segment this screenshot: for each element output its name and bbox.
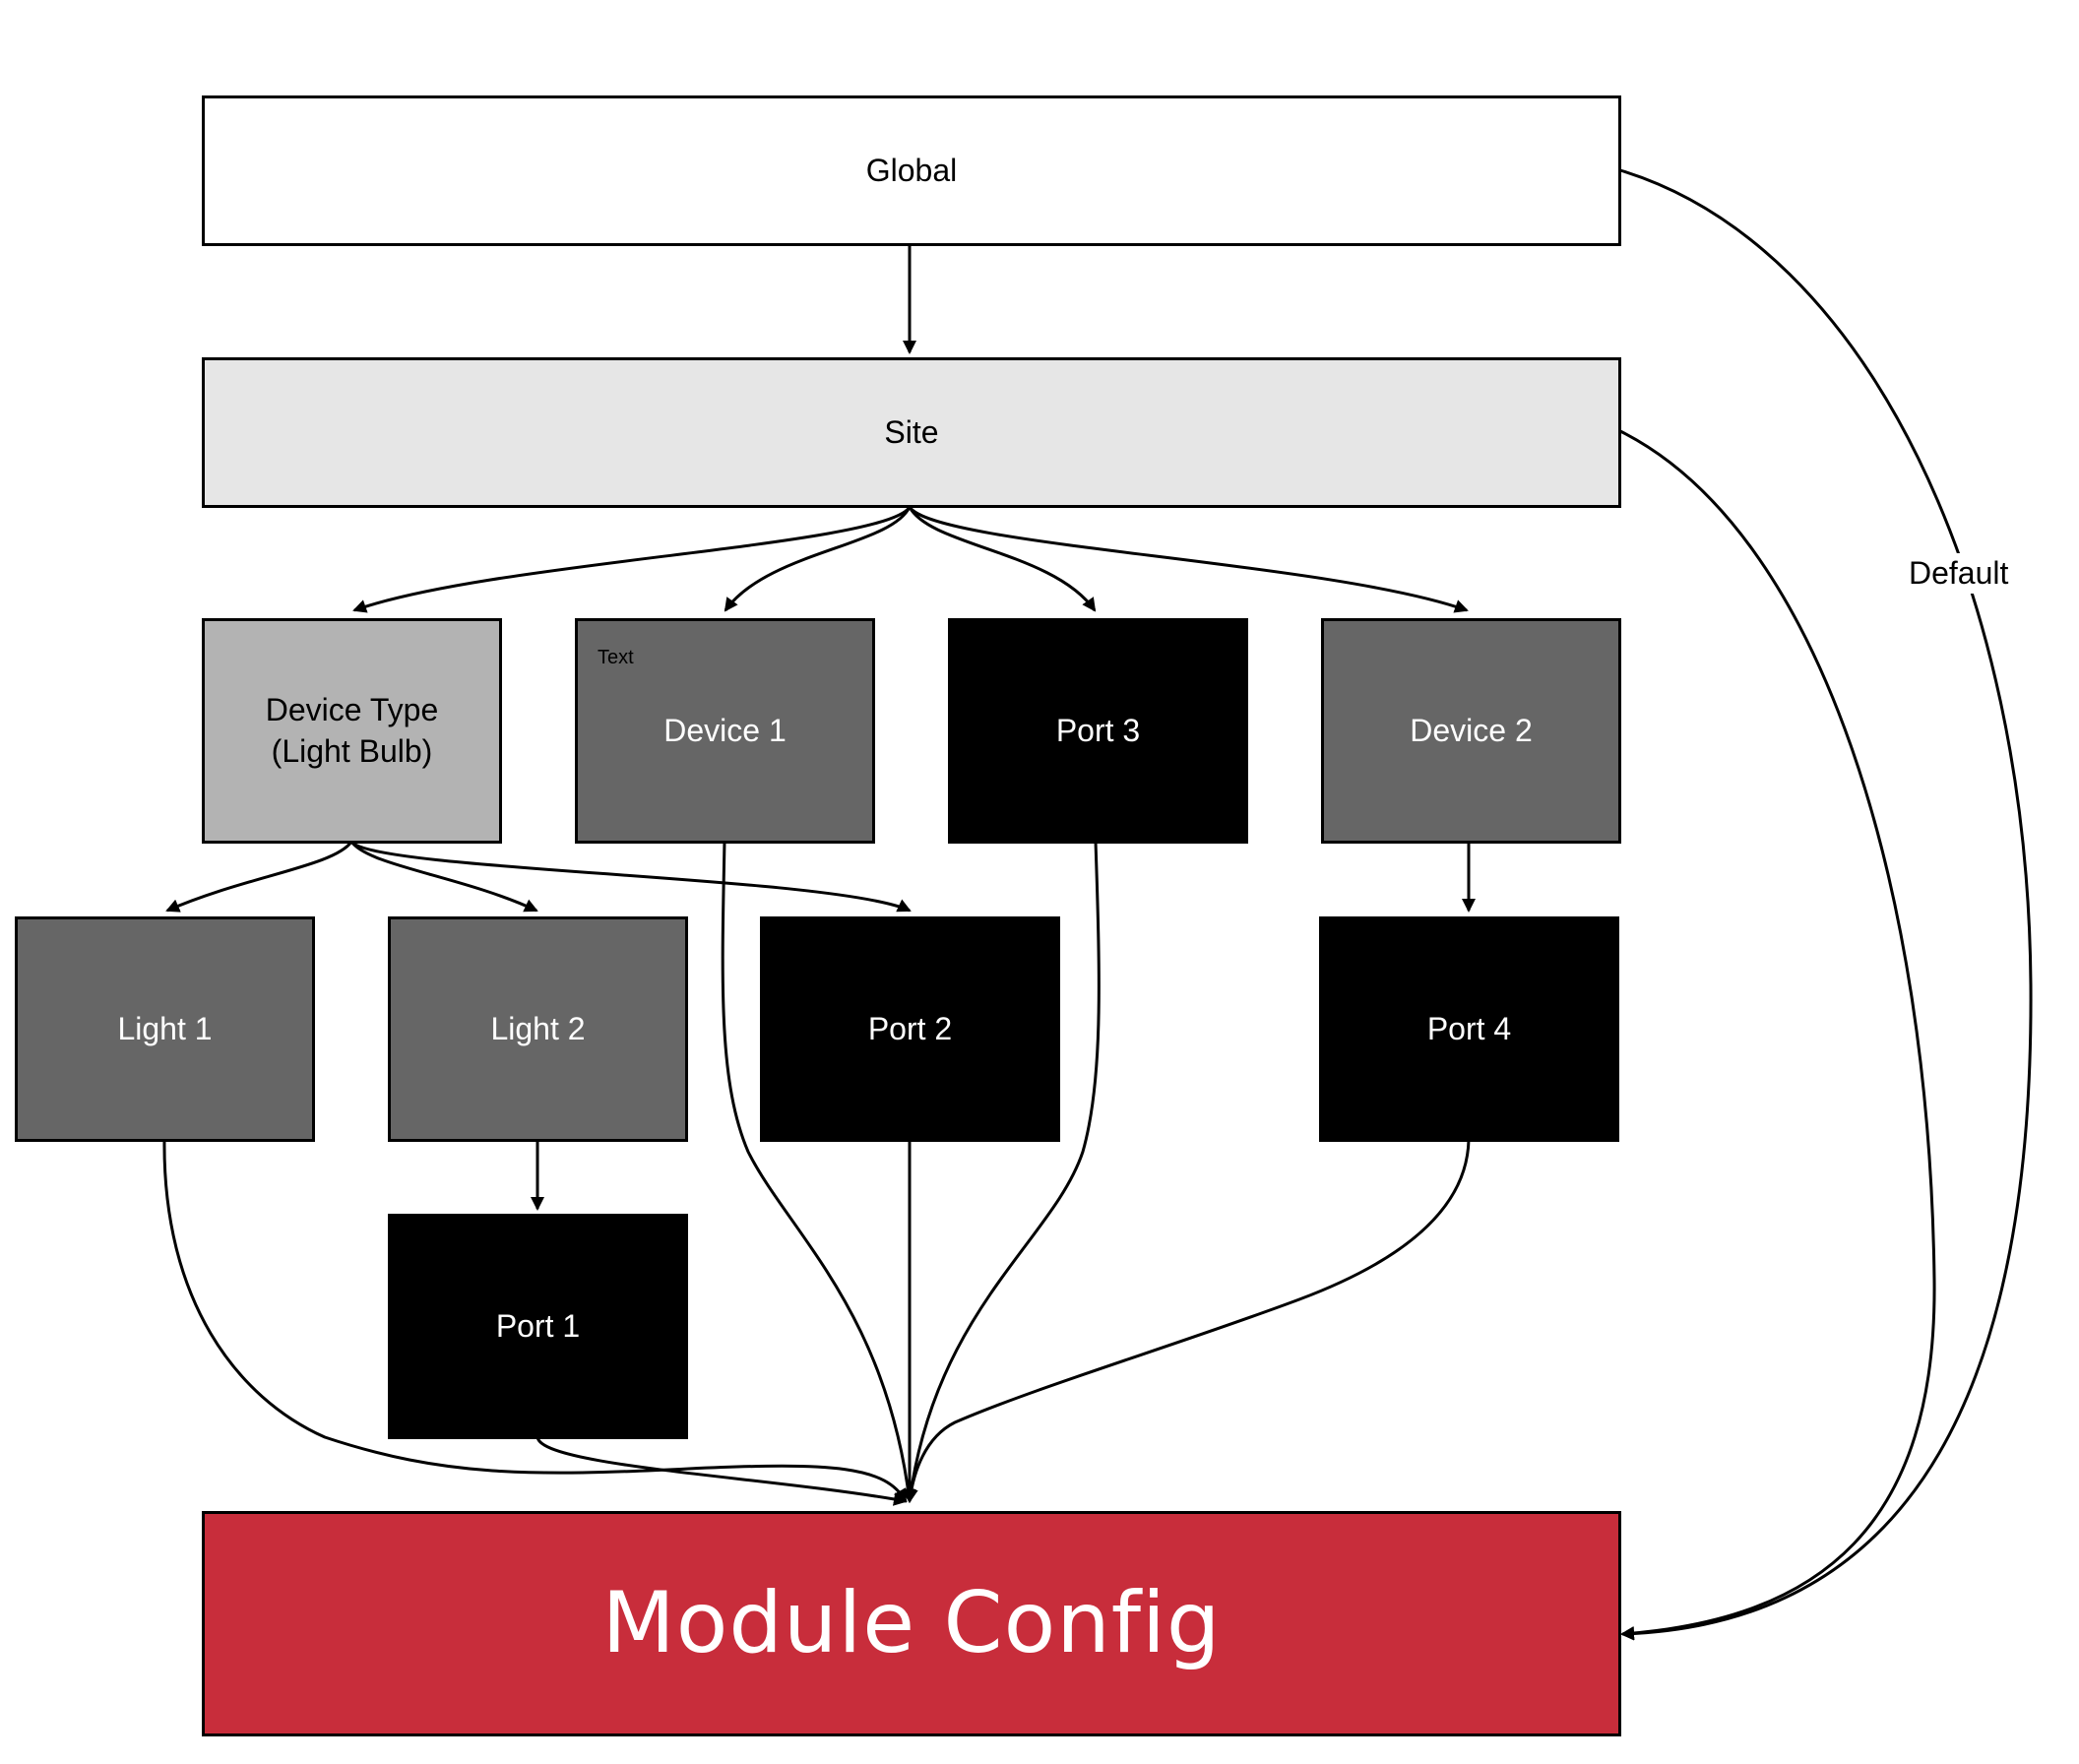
node-device-type[interactable]: Device Type (Light Bulb) [202,618,502,844]
node-port-1[interactable]: Port 1 [388,1214,688,1439]
node-light-1[interactable]: Light 1 [15,916,315,1142]
node-device-1-label: Device 1 [663,712,787,748]
edge-global-module-default [1619,168,2033,1641]
node-port-4[interactable]: Port 4 [1319,916,1619,1142]
edge-port-4-module [904,1139,1471,1503]
node-global-label: Global [865,152,958,188]
node-port-3-label: Port 3 [1055,712,1141,748]
node-device-2[interactable]: Device 2 [1321,618,1621,844]
node-port-3[interactable]: Port 3 [948,618,1248,844]
node-module-config-label: Module Config [601,1573,1222,1672]
edge-site-device-type [352,506,912,613]
connector-layer [162,168,2033,1641]
node-light-1-label: Light 1 [117,1010,213,1046]
node-port-2-label: Port 2 [867,1010,953,1046]
edge-label-default: Default [1905,553,2013,594]
node-device-1-corner-text: Text [598,647,634,668]
node-device-type-label: Device Type (Light Bulb) [265,691,439,769]
node-device-1[interactable]: Device 1 Text [575,618,875,844]
node-device-2-label: Device 2 [1410,712,1533,748]
node-port-2[interactable]: Port 2 [760,916,1060,1142]
node-global[interactable]: Global [202,95,1621,246]
edge-device-type-light-1 [165,841,353,913]
node-site[interactable]: Site [202,357,1621,508]
diagram-canvas: Default Global Site Device Type (Light B… [0,0,2079,1764]
edge-site-device-2 [908,506,1469,613]
node-port-1-label: Port 1 [495,1307,581,1344]
edge-site-module [1619,429,1936,1641]
node-light-2-label: Light 2 [490,1010,586,1046]
node-module-config[interactable]: Module Config [202,1511,1621,1736]
node-port-4-label: Port 4 [1426,1010,1512,1046]
node-site-label: Site [884,413,939,450]
node-light-2[interactable]: Light 2 [388,916,688,1142]
